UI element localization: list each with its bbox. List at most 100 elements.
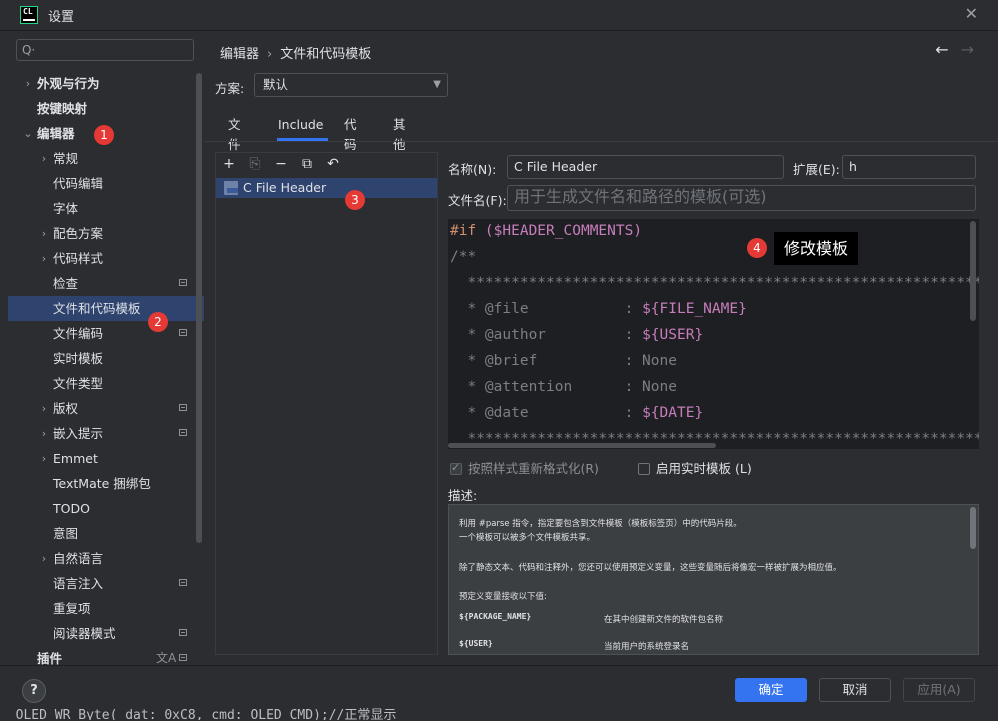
dropdown-arrow-icon: ▼ — [433, 79, 441, 90]
forward-arrow-icon[interactable]: → — [961, 40, 974, 59]
cancel-button[interactable]: 取消 — [819, 678, 891, 702]
sidebar-item[interactable]: › Emmet — [8, 446, 204, 471]
scheme-select[interactable]: 默认 ▼ — [254, 73, 448, 97]
sidebar-item[interactable]: 代码编辑 — [8, 171, 204, 196]
step-badge-4: 4 — [747, 238, 767, 258]
name-field[interactable]: C File Header — [507, 155, 784, 179]
breadcrumb-file-templates: 文件和代码模板 — [280, 47, 372, 62]
sidebar-item[interactable]: TODO — [8, 496, 204, 521]
sidebar-item-label: 代码样式 — [53, 251, 104, 266]
remove-icon[interactable]: − — [272, 155, 290, 173]
code-line: #if ($HEADER_COMMENTS) — [450, 223, 643, 239]
sidebar-item[interactable]: › 版权 — [8, 396, 204, 421]
description-text: 利用 #parse 指令，指定要包含到文件模板（模板标签页）中的代码片段。 — [459, 519, 742, 529]
sidebar-item-label: 文件编码 — [53, 326, 104, 341]
sidebar-item-label: 文件和代码模板 — [53, 301, 141, 316]
code-line: /** — [450, 249, 477, 265]
chevron-right-icon[interactable]: › — [38, 221, 50, 246]
project-scope-icon — [179, 654, 187, 661]
sidebar-item-label: 代码编辑 — [53, 176, 104, 191]
code-line: * @author : ${USER} — [450, 327, 704, 343]
chevron-down-icon[interactable]: ⌄ — [22, 121, 34, 146]
sidebar-scrollbar[interactable] — [196, 73, 202, 543]
template-code-editor[interactable]: #if ($HEADER_COMMENTS) /** *************… — [448, 219, 979, 449]
code-line: * @date : ${DATE} — [450, 405, 704, 421]
breadcrumb: 编辑器 › 文件和代码模板 — [220, 43, 371, 62]
tab-files[interactable]: 文件 — [228, 115, 241, 152]
variable-description: 当前用户的系统登录名 — [604, 642, 690, 652]
chevron-right-icon[interactable]: › — [38, 146, 50, 171]
tab-divider — [204, 141, 998, 142]
chevron-right-icon[interactable]: › — [38, 396, 50, 421]
checkbox-box — [638, 463, 650, 475]
sidebar-item[interactable]: › 代码样式 — [8, 246, 204, 271]
sidebar-item[interactable]: TextMate 捆绑包 — [8, 471, 204, 496]
window-title: 设置 — [48, 10, 75, 25]
sidebar-item-label: TODO — [53, 501, 90, 516]
sidebar-item[interactable]: 阅读器模式 — [8, 621, 204, 646]
ok-button[interactable]: 确定 — [735, 678, 807, 702]
filename-field[interactable]: 用于生成文件名和路径的模板(可选) — [507, 185, 976, 211]
chevron-right-icon: › — [267, 47, 273, 62]
c-file-icon — [224, 181, 238, 195]
title-bar: CL 设置 ✕ — [0, 0, 998, 31]
tab-code[interactable]: 代码 — [344, 115, 357, 152]
sidebar-item[interactable]: 检查 — [8, 271, 204, 296]
sidebar-item[interactable]: › 自然语言 — [8, 546, 204, 571]
sidebar-item-label: 文件类型 — [53, 376, 104, 391]
project-scope-icon — [179, 404, 187, 411]
chevron-right-icon[interactable]: › — [38, 246, 50, 271]
project-scope-icon — [179, 279, 187, 286]
description-panel: 利用 #parse 指令，指定要包含到文件模板（模板标签页）中的代码片段。 一个… — [448, 504, 979, 655]
reset-icon[interactable]: ↶ — [324, 155, 342, 173]
chevron-right-icon[interactable]: › — [22, 71, 34, 96]
sidebar-item[interactable]: 实时模板 — [8, 346, 204, 371]
sidebar-item[interactable]: 意图 — [8, 521, 204, 546]
variable-name: ${USER} — [459, 639, 493, 648]
extension-label: 扩展(E): — [793, 162, 840, 177]
sidebar-item[interactable]: 文件编码 — [8, 321, 204, 346]
extension-field[interactable]: h — [842, 155, 976, 179]
description-text: 一个模板可以被多个文件模板共享。 — [459, 533, 596, 543]
step-badge-3: 3 — [345, 190, 365, 210]
chevron-right-icon[interactable]: › — [38, 446, 50, 471]
sidebar-item[interactable]: › 常规 — [8, 146, 204, 171]
description-scrollbar[interactable] — [970, 507, 976, 549]
sidebar-item[interactable]: 按键映射 — [8, 96, 204, 121]
sidebar-item[interactable]: › 嵌入提示 — [8, 421, 204, 446]
chevron-right-icon[interactable]: › — [38, 546, 50, 571]
template-name: C File Header — [243, 180, 327, 195]
tab-include[interactable]: Include — [277, 115, 328, 141]
breadcrumb-editor[interactable]: 编辑器 — [220, 47, 259, 62]
sidebar-item[interactable]: 文件类型 — [8, 371, 204, 396]
help-icon[interactable]: ? — [22, 679, 46, 703]
code-line: * @attention : None — [450, 379, 677, 395]
sidebar-item[interactable]: 重复项 — [8, 596, 204, 621]
sidebar-item-label: 实时模板 — [53, 351, 104, 366]
project-scope-icon — [179, 429, 187, 436]
chevron-right-icon[interactable]: › — [38, 421, 50, 446]
editor-vertical-scrollbar[interactable] — [970, 221, 976, 321]
editor-horizontal-scrollbar[interactable] — [448, 443, 716, 448]
reformat-checkbox[interactable]: 按照样式重新格式化(R) — [450, 458, 599, 477]
sidebar-item-label: 版权 — [53, 401, 79, 416]
sidebar-item[interactable]: › 外观与行为 — [8, 71, 204, 96]
sidebar-item[interactable]: 文件和代码模板 — [8, 296, 204, 321]
scheme-value: 默认 — [263, 77, 289, 92]
tab-other[interactable]: 其他 — [393, 115, 406, 152]
duplicate-icon[interactable]: ⧉ — [298, 155, 316, 173]
sidebar-item-label: 自然语言 — [53, 551, 104, 566]
live-template-checkbox[interactable]: 启用实时模板 (L) — [638, 458, 752, 477]
sidebar-item[interactable]: › 配色方案 — [8, 221, 204, 246]
add-icon[interactable]: + — [220, 155, 238, 173]
sidebar-item[interactable]: 语言注入 — [8, 571, 204, 596]
settings-search-input[interactable]: Q· — [16, 39, 194, 61]
template-toolbar: + ⎘ − ⧉ ↶ — [216, 153, 437, 177]
close-icon[interactable]: ✕ — [965, 4, 978, 23]
list-item[interactable]: C File Header — [216, 178, 437, 198]
code-line: * @brief : None — [450, 353, 677, 369]
template-list-panel: + ⎘ − ⧉ ↶ C File Header — [215, 152, 438, 655]
copy-template-icon: ⎘ — [249, 156, 261, 172]
sidebar-item[interactable]: 字体 — [8, 196, 204, 221]
back-arrow-icon[interactable]: ← — [935, 40, 948, 59]
